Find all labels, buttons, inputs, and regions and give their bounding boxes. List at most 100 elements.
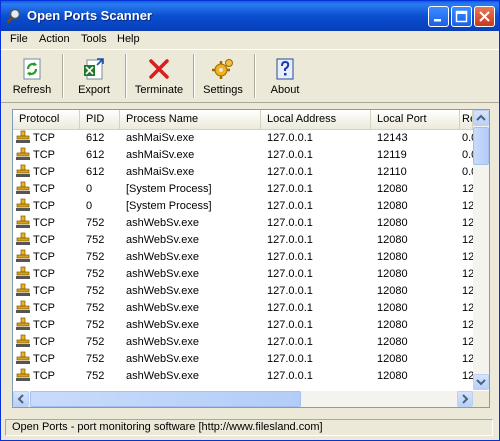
- cell-text: 0: [86, 200, 93, 212]
- scroll-right-button[interactable]: [457, 391, 473, 407]
- cell-remote: 12: [460, 283, 473, 300]
- network-plug-icon: [16, 351, 30, 364]
- cell-text: 127.0.0.1: [267, 183, 313, 195]
- menu-action[interactable]: Action: [39, 33, 70, 45]
- arrow-up-icon: [476, 114, 486, 121]
- about-button[interactable]: About: [259, 52, 311, 100]
- table-row[interactable]: TCP 612 ashMaiSv.exe 127.0.0.1 12119 0.0: [13, 147, 473, 164]
- cell-text: 127.0.0.1: [267, 149, 313, 161]
- cell-protocol: TCP: [13, 283, 80, 300]
- column-header-local-address[interactable]: Local Address: [261, 110, 371, 129]
- cell-local-address: 127.0.0.1: [261, 283, 371, 300]
- network-plug-icon: [16, 215, 30, 228]
- cell-local-address: 127.0.0.1: [261, 266, 371, 283]
- cell-text: 127.0.0.1: [267, 166, 313, 178]
- cell-text: ashWebSv.exe: [126, 370, 199, 382]
- cell-text: TCP: [33, 132, 55, 144]
- cell-text: TCP: [33, 251, 55, 263]
- cell-protocol: TCP: [13, 164, 80, 181]
- column-header-protocol[interactable]: Protocol: [13, 110, 80, 129]
- terminate-button[interactable]: Terminate: [129, 52, 189, 100]
- horizontal-scrollbar[interactable]: [13, 391, 473, 407]
- ports-list[interactable]: Protocol PID Process Name Local Address …: [12, 109, 490, 408]
- cell-text: 752: [86, 285, 105, 297]
- cell-process-name: ashWebSv.exe: [120, 368, 261, 385]
- table-row[interactable]: TCP 752 ashWebSv.exe 127.0.0.1 12080 12: [13, 351, 473, 368]
- cell-text: TCP: [33, 319, 55, 331]
- cell-text: 127.0.0.1: [267, 370, 313, 382]
- cell-text: 752: [86, 319, 105, 331]
- cell-text: 12080: [377, 336, 408, 348]
- cell-text: ashWebSv.exe: [126, 217, 199, 229]
- cell-text: 127.0.0.1: [267, 319, 313, 331]
- vertical-scrollbar[interactable]: [473, 110, 489, 390]
- cell-protocol: TCP: [13, 215, 80, 232]
- refresh-button[interactable]: Refresh: [6, 52, 58, 100]
- menu-help[interactable]: Help: [117, 33, 140, 45]
- settings-gear-icon: [212, 59, 233, 79]
- toolbar-separator: [254, 54, 256, 98]
- cell-text: [System Process]: [126, 183, 212, 195]
- cell-text: 12080: [377, 251, 408, 263]
- cell-process-name: ashWebSv.exe: [120, 232, 261, 249]
- cell-text: 12: [462, 234, 473, 246]
- column-header-remote[interactable]: Re: [460, 110, 473, 129]
- cell-local-port: 12080: [371, 351, 460, 368]
- cell-text: TCP: [33, 268, 55, 280]
- list-header: Protocol PID Process Name Local Address …: [13, 110, 489, 130]
- cell-text: 0.0: [462, 132, 473, 144]
- maximize-button[interactable]: [451, 6, 472, 27]
- cell-text: 12080: [377, 268, 408, 280]
- cell-local-port: 12080: [371, 215, 460, 232]
- close-button[interactable]: [474, 6, 495, 27]
- cell-text: 0.0: [462, 149, 473, 161]
- cell-text: 12: [462, 319, 473, 331]
- menu-tools[interactable]: Tools: [81, 33, 107, 45]
- table-row[interactable]: TCP 752 ashWebSv.exe 127.0.0.1 12080 12: [13, 266, 473, 283]
- table-row[interactable]: TCP 0 [System Process] 127.0.0.1 12080 12: [13, 198, 473, 215]
- table-row[interactable]: TCP 752 ashWebSv.exe 127.0.0.1 12080 12: [13, 232, 473, 249]
- vertical-scroll-thumb[interactable]: [473, 127, 489, 165]
- table-row[interactable]: TCP 752 ashWebSv.exe 127.0.0.1 12080 12: [13, 368, 473, 385]
- table-row[interactable]: TCP 752 ashWebSv.exe 127.0.0.1 12080 12: [13, 249, 473, 266]
- table-row[interactable]: TCP 752 ashWebSv.exe 127.0.0.1 12080 12: [13, 300, 473, 317]
- cell-text: 12: [462, 200, 473, 212]
- settings-button[interactable]: Settings: [197, 52, 249, 100]
- table-row[interactable]: TCP 612 ashMaiSv.exe 127.0.0.1 12143 0.0: [13, 130, 473, 147]
- table-row[interactable]: TCP 752 ashWebSv.exe 127.0.0.1 12080 12: [13, 334, 473, 351]
- cell-local-port: 12080: [371, 368, 460, 385]
- cell-process-name: ashWebSv.exe: [120, 249, 261, 266]
- scroll-up-button[interactable]: [473, 110, 489, 126]
- table-row[interactable]: TCP 752 ashWebSv.exe 127.0.0.1 12080 12: [13, 215, 473, 232]
- cell-text: 12: [462, 183, 473, 195]
- cell-text: 127.0.0.1: [267, 268, 313, 280]
- export-button[interactable]: Export: [68, 52, 120, 100]
- cell-text: 127.0.0.1: [267, 234, 313, 246]
- cell-process-name: ashWebSv.exe: [120, 266, 261, 283]
- column-header-local-port[interactable]: Local Port: [371, 110, 460, 129]
- menu-file[interactable]: File: [10, 33, 28, 45]
- network-plug-icon: [16, 317, 30, 330]
- table-row[interactable]: TCP 752 ashWebSv.exe 127.0.0.1 12080 12: [13, 317, 473, 334]
- cell-process-name: ashWebSv.exe: [120, 300, 261, 317]
- cell-protocol: TCP: [13, 249, 80, 266]
- cell-process-name: ashWebSv.exe: [120, 351, 261, 368]
- scroll-down-button[interactable]: [473, 374, 489, 390]
- scroll-left-button[interactable]: [13, 391, 29, 407]
- cell-protocol: TCP: [13, 351, 80, 368]
- table-row[interactable]: TCP 0 [System Process] 127.0.0.1 12080 12: [13, 181, 473, 198]
- cell-text: 12: [462, 302, 473, 314]
- cell-text: ashWebSv.exe: [126, 251, 199, 263]
- cell-pid: 752: [80, 368, 120, 385]
- title-bar[interactable]: Open Ports Scanner: [1, 1, 499, 31]
- arrow-left-icon: [17, 394, 24, 404]
- horizontal-scroll-thumb[interactable]: [30, 391, 301, 407]
- column-header-process-name[interactable]: Process Name: [120, 110, 261, 129]
- cell-remote: 12: [460, 300, 473, 317]
- minimize-button[interactable]: [428, 6, 449, 27]
- cell-local-port: 12080: [371, 232, 460, 249]
- column-header-pid[interactable]: PID: [80, 110, 120, 129]
- table-row[interactable]: TCP 752 ashWebSv.exe 127.0.0.1 12080 12: [13, 283, 473, 300]
- menu-bar: File Action Tools Help: [1, 31, 499, 49]
- table-row[interactable]: TCP 612 ashMaiSv.exe 127.0.0.1 12110 0.0: [13, 164, 473, 181]
